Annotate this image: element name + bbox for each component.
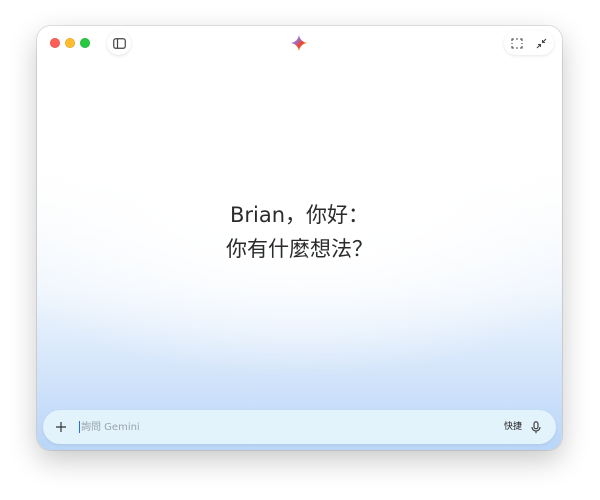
microphone-button[interactable]	[524, 415, 548, 439]
greeting-line-2: 你有什麼想法？	[226, 237, 373, 261]
window-actions-group	[504, 31, 554, 55]
zoom-window-button[interactable]	[80, 38, 90, 48]
greeting: Brian，你好： 你有什麼想法？	[37, 198, 562, 266]
prompt-composer: 快捷	[43, 410, 556, 444]
screen-capture-button[interactable]	[504, 31, 529, 55]
plus-icon	[56, 422, 66, 432]
collapse-button[interactable]	[529, 31, 554, 55]
screen-capture-icon	[510, 37, 523, 49]
microphone-icon	[531, 420, 541, 433]
sidebar-toggle-button[interactable]	[107, 31, 131, 55]
app-window: Brian，你好： 你有什麼想法？ 快捷	[37, 26, 562, 450]
prompt-input[interactable]	[77, 418, 451, 436]
gemini-sparkle-icon	[290, 34, 308, 52]
shortcut-button[interactable]: 快捷	[504, 419, 522, 435]
collapse-icon	[536, 38, 547, 48]
close-window-button[interactable]	[50, 38, 60, 48]
minimize-window-button[interactable]	[65, 38, 75, 48]
text-caret	[79, 421, 80, 433]
sidebar-toggle-icon	[112, 37, 126, 49]
add-attachment-button[interactable]	[49, 415, 73, 439]
greeting-line-1: Brian，你好：	[229, 203, 370, 227]
